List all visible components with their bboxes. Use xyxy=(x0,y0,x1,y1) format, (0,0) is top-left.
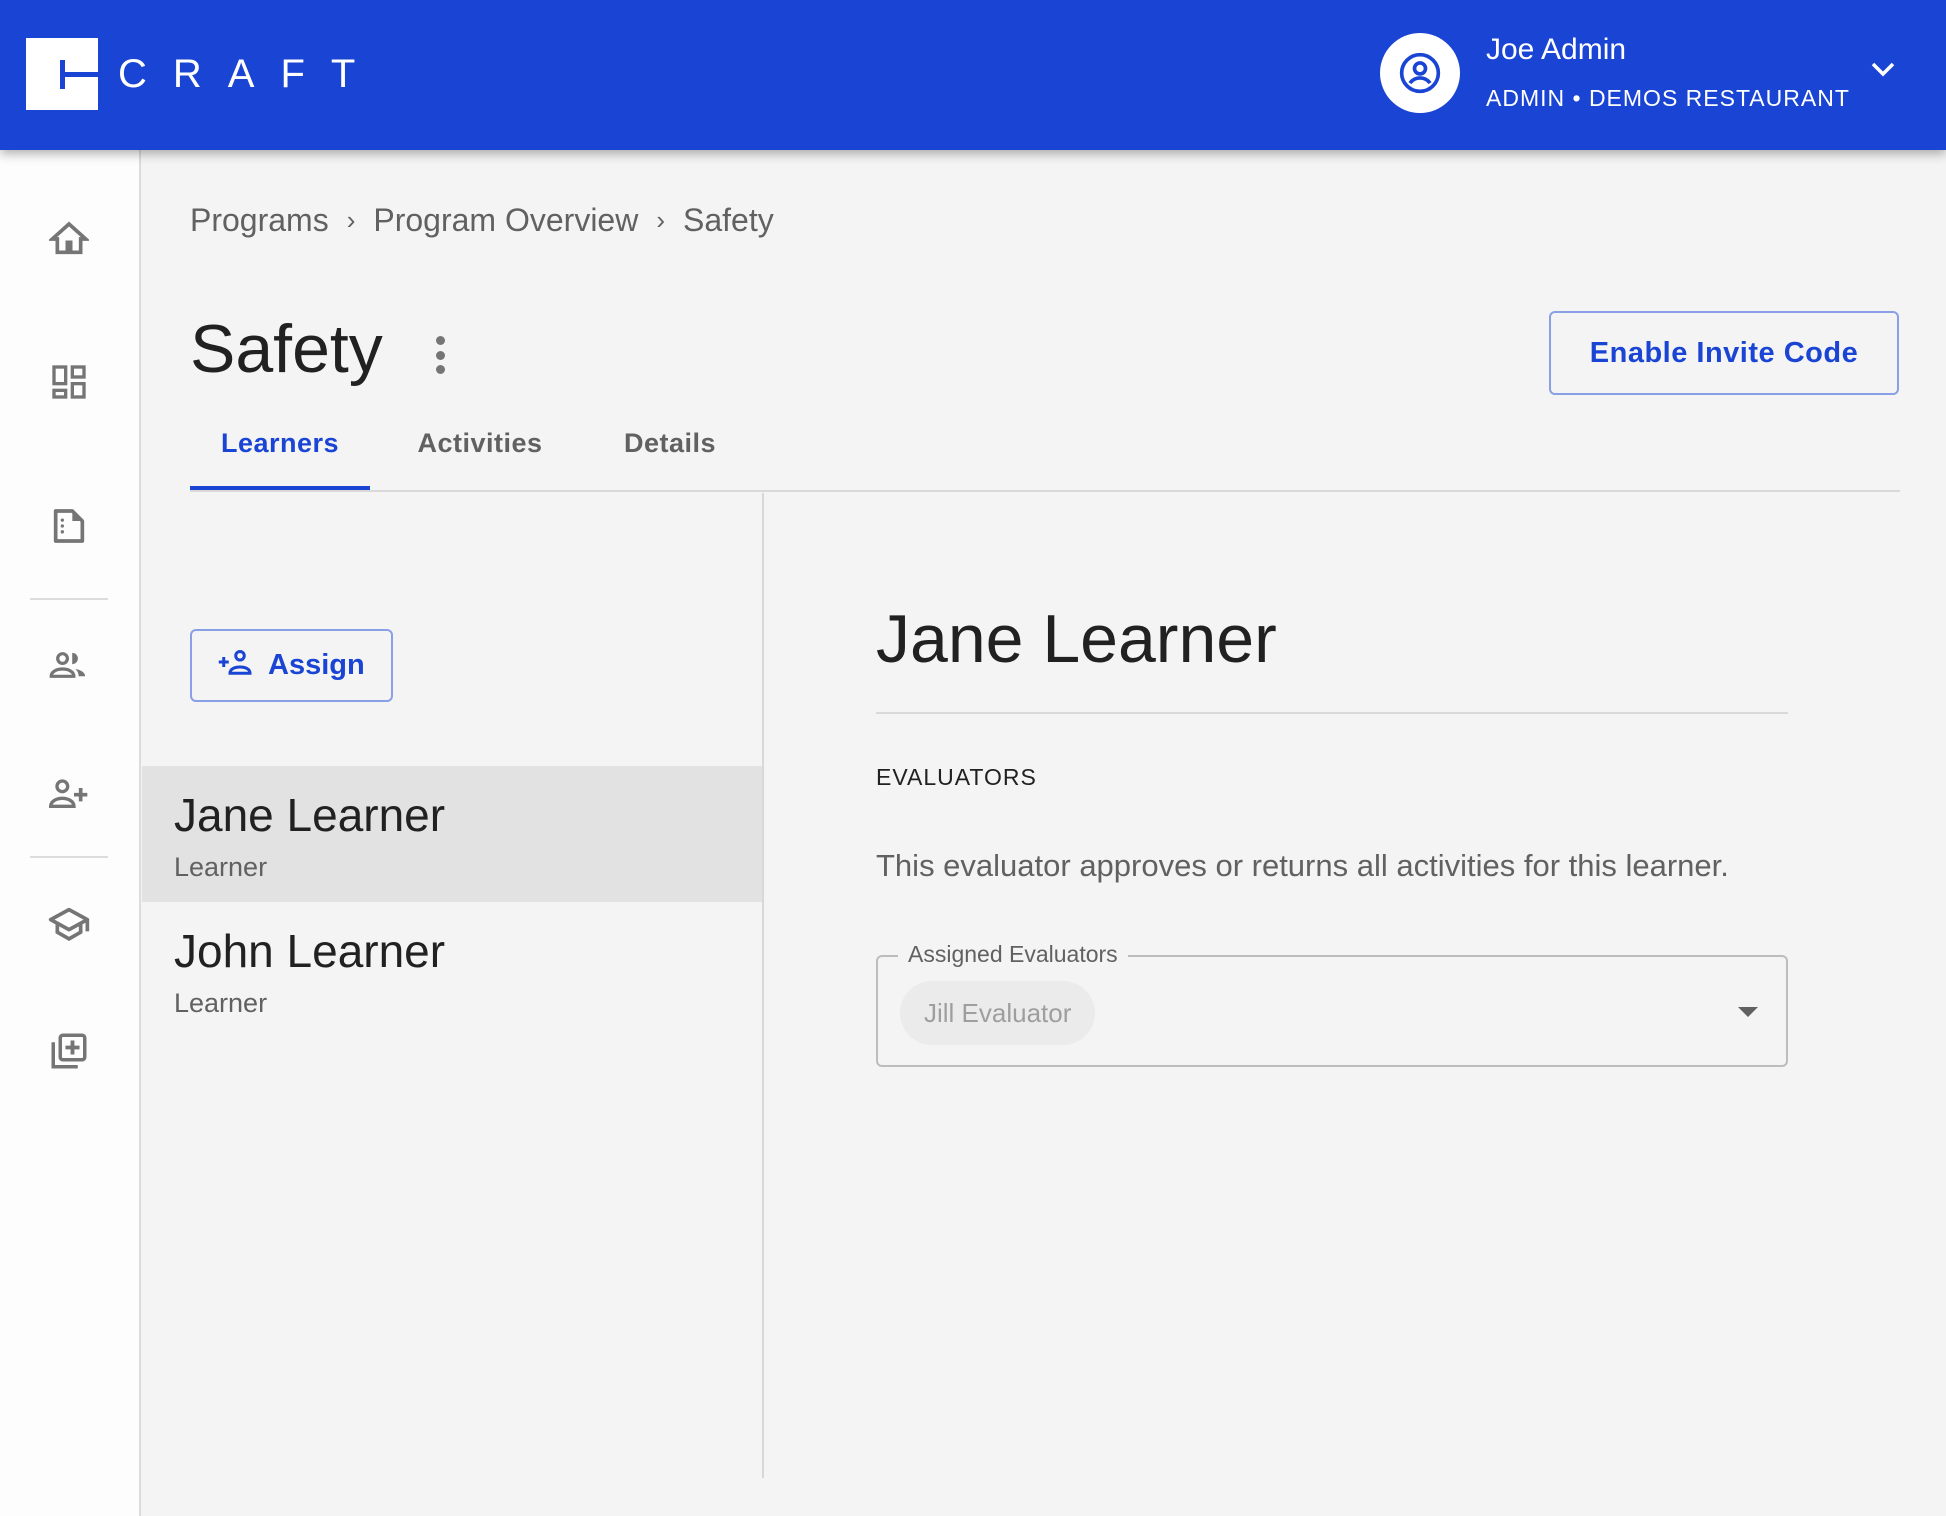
tab-activities[interactable]: Activities xyxy=(390,428,570,490)
sidebar-nav xyxy=(0,150,141,1516)
tab-bar: Learners Activities Details xyxy=(190,420,1900,492)
dashboard-icon[interactable] xyxy=(46,359,92,405)
breadcrumb-program-overview[interactable]: Program Overview xyxy=(373,202,638,239)
user-role: ADMIN • DEMOS RESTAURANT xyxy=(1486,84,1850,111)
tab-learners[interactable]: Learners xyxy=(190,428,370,490)
tab-details[interactable]: Details xyxy=(580,428,760,490)
assign-button[interactable]: Assign xyxy=(190,629,393,702)
learner-name: John Learner xyxy=(174,925,446,977)
page-title: Safety xyxy=(190,311,383,387)
account-circle-icon xyxy=(1380,33,1460,113)
assigned-evaluators-select[interactable]: Assigned Evaluators Jill Evaluator xyxy=(876,941,1788,1067)
learner-detail-name: Jane Learner xyxy=(876,601,1277,677)
home-icon[interactable] xyxy=(46,216,92,262)
add-person-icon[interactable] xyxy=(46,770,92,816)
app-header: CRAFT Joe Admin ADMIN • DEMOS RESTAURANT xyxy=(0,0,1946,150)
learner-role: Learner xyxy=(174,988,268,1018)
people-icon[interactable] xyxy=(46,642,92,688)
breadcrumb: Programs › Program Overview › Safety xyxy=(190,202,774,239)
panel-divider xyxy=(762,493,764,1478)
add-person-icon xyxy=(216,647,254,685)
evaluators-section-label: EVALUATORS xyxy=(876,764,1037,790)
detail-divider xyxy=(876,712,1788,714)
learner-name: Jane Learner xyxy=(174,789,446,841)
evaluators-help-text: This evaluator approves or returns all a… xyxy=(876,848,1729,883)
document-icon[interactable] xyxy=(46,503,92,549)
evaluator-chip[interactable]: Jill Evaluator xyxy=(900,981,1096,1045)
chevron-down-icon[interactable] xyxy=(1870,60,1896,83)
more-vert-icon[interactable] xyxy=(430,333,450,377)
learner-list-item[interactable]: Jane Learner Learner xyxy=(142,766,762,902)
user-name: Joe Admin xyxy=(1486,32,1627,66)
library-add-icon[interactable] xyxy=(46,1028,92,1074)
assign-button-label: Assign xyxy=(268,649,365,681)
learner-list-item[interactable]: John Learner Learner xyxy=(142,902,762,1038)
sidebar-divider xyxy=(30,598,108,600)
logo-mark-icon xyxy=(26,38,98,110)
breadcrumb-separator: › xyxy=(656,205,665,235)
enable-invite-code-button[interactable]: Enable Invite Code xyxy=(1549,311,1899,395)
school-icon[interactable] xyxy=(46,900,92,946)
learner-role: Learner xyxy=(174,852,268,882)
active-tab-indicator xyxy=(190,486,370,490)
assigned-evaluators-label: Assigned Evaluators xyxy=(898,941,1128,968)
logo-text: CRAFT xyxy=(118,51,382,96)
sidebar-divider xyxy=(30,856,108,858)
user-menu[interactable]: Joe Admin ADMIN • DEMOS RESTAURANT xyxy=(1380,33,1850,113)
craft-logo[interactable]: CRAFT xyxy=(26,38,381,110)
dropdown-arrow-icon[interactable] xyxy=(1738,1007,1758,1017)
breadcrumb-separator: › xyxy=(346,205,356,235)
breadcrumb-programs[interactable]: Programs xyxy=(190,202,329,239)
breadcrumb-current: Safety xyxy=(683,202,774,238)
